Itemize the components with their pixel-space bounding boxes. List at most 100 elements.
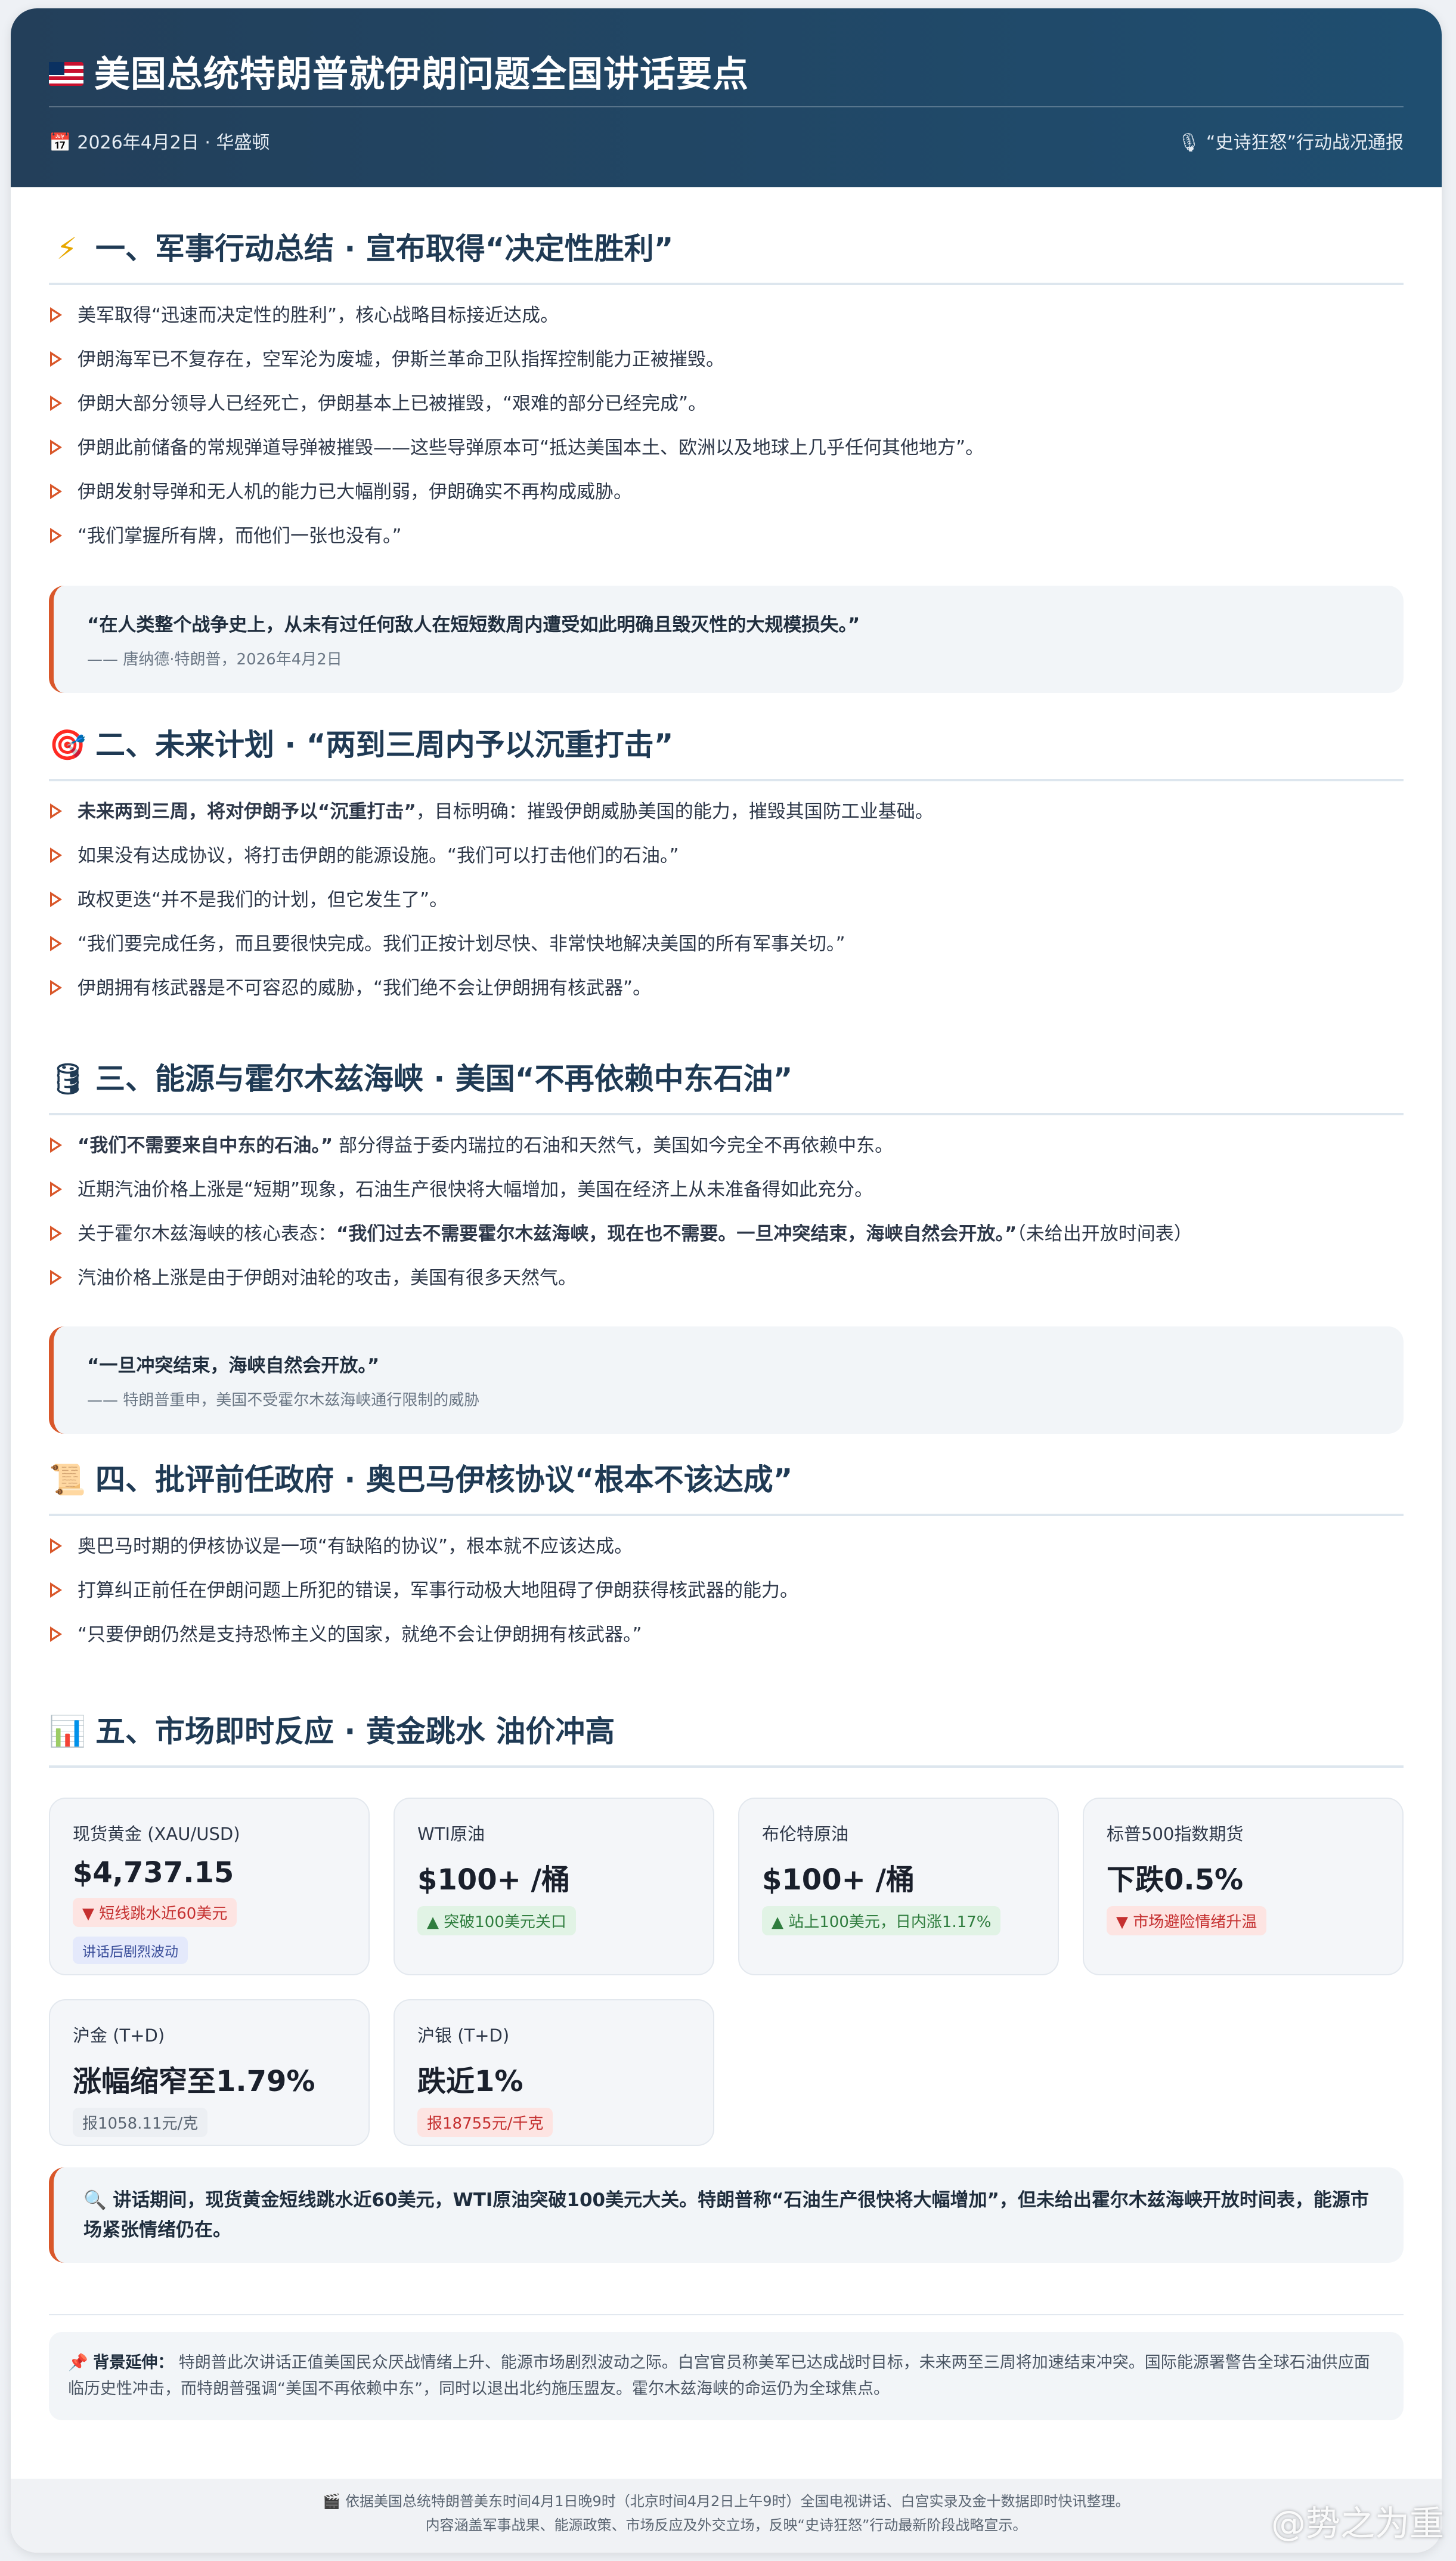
change-badge: ▼ 短线跳水近60美元 xyxy=(73,1898,237,1927)
bullet-triangle-icon xyxy=(50,892,62,907)
footer-line-1: 🎬 依据美国总统特朗普美东时间4月1日晚9时（北京时间4月2日上午9时）全国电视… xyxy=(11,2489,1442,2513)
list-item: “只要伊朗仍然是支持恐怖主义的国家，就绝不会让伊朗拥有核武器。” xyxy=(49,1621,1404,1648)
bullet-triangle-icon xyxy=(50,351,62,367)
operation-status-text: “史诗狂怒”行动战况通报 xyxy=(1206,132,1404,153)
section-title-text: 二、未来计划 · “两到三周内予以沉重打击” xyxy=(95,728,674,762)
volatility-badge: 讲话后剧烈波动 xyxy=(73,1937,188,1964)
market-value: 跌近1% xyxy=(417,2065,523,2098)
report-card: 美国总统特朗普就伊朗问题全国讲话要点 📅 2026年4月2日 · 华盛顿 🎙 “史诗… xyxy=(11,8,1442,2553)
bullet-triangle-icon xyxy=(50,440,62,455)
list-item: 伊朗海军已不复存在，空军沦为废墟，伊斯兰革命卫队指挥控制能力正被摧毁。 xyxy=(49,346,1404,373)
section-title-text: 四、批评前任政府 · 奥巴马伊核协议“根本不该达成” xyxy=(95,1462,793,1497)
market-card-sh-silver: 沪银 (T+D) 跌近1% 报18755元/千克 xyxy=(394,1999,714,2146)
list-item: 伊朗此前储备的常规弹道导弹被摧毁——这些导弹原本可“抵达美国本土、欧洲以及地球上… xyxy=(49,434,1404,462)
calendar-icon: 📅 xyxy=(49,132,72,153)
list-item: 如果没有达成协议，将打击伊朗的能源设施。“我们可以打击他们的石油。” xyxy=(49,842,1404,870)
section-title-text: 三、能源与霍尔木兹海峡 · 美国“不再依赖中东石油” xyxy=(95,1062,793,1096)
bullet-triangle-icon xyxy=(50,307,62,323)
page-title: 美国总统特朗普就伊朗问题全国讲话要点 xyxy=(49,45,749,97)
market-value: $100+ /桶 xyxy=(417,1863,571,1897)
microphone-icon: 🎙 xyxy=(1177,132,1200,153)
market-label: WTI原油 xyxy=(417,1824,485,1844)
market-card-brent: 布伦特原油 $100+ /桶 ▲ 站上100美元，日内涨1.17% xyxy=(738,1798,1059,1975)
bullet-triangle-icon xyxy=(50,484,62,499)
price-badge: 报18755元/千克 xyxy=(417,2108,553,2137)
bullet-triangle-icon xyxy=(50,980,62,995)
list-item: “我们要完成任务，而且要很快完成。我们正按计划尽快、非常快地解决美国的所有军事关… xyxy=(49,930,1404,958)
change-badge: ▲ 站上100美元，日内涨1.17% xyxy=(762,1906,1001,1935)
bullet-triangle-icon xyxy=(50,1538,62,1554)
section-list: 未来两到三周，将对伊朗予以“沉重打击”，目标明确：摧毁伊朗威胁美国的能力，摧毁其… xyxy=(49,798,1404,1002)
section-title-text: 一、军事行动总结 · 宣布取得“决定性胜利” xyxy=(95,231,674,266)
clapper-icon: 🎬 xyxy=(323,2493,345,2510)
footer: 🎬 依据美国总统特朗普美东时间4月1日晚9时（北京时间4月2日上午9时）全国电视… xyxy=(11,2479,1442,2553)
section-title-text: 五、市场即时反应 · 黄金跳水 油价冲高 xyxy=(95,1714,615,1749)
section-market: 📊 五、市场即时反应 · 黄金跳水 油价冲高 xyxy=(49,1711,1404,1768)
background-text: 特朗普此次讲话正值美国民众厌战情绪上升、能源市场剧烈波动之际。白宫官员称美军已达… xyxy=(68,2353,1370,2398)
list-item: “我们掌握所有牌，而他们一张也没有。” xyxy=(49,522,1404,550)
magnifier-icon: 🔍 xyxy=(83,2189,113,2211)
oil-barrel-icon: 🛢 xyxy=(49,1062,87,1096)
quote-attribution: —— 特朗普重申，美国不受霍尔木兹海峡通行限制的威胁 xyxy=(87,1391,480,1409)
list-item: 政权更迭“并不是我们的计划，但它发生了”。 xyxy=(49,886,1404,914)
market-value: 涨幅缩窄至1.79% xyxy=(73,2065,315,2098)
lightning-icon: ⚡ xyxy=(56,231,78,266)
bullet-triangle-icon xyxy=(50,395,62,411)
bullet-triangle-icon xyxy=(50,1181,62,1197)
list-item: 伊朗大部分领导人已经死亡，伊朗基本上已被摧毁，“艰难的部分已经完成”。 xyxy=(49,390,1404,417)
quote-block: “一旦冲突结束，海峡自然会开放。” —— 特朗普重申，美国不受霍尔木兹海峡通行限… xyxy=(49,1326,1404,1434)
bullet-triangle-icon xyxy=(50,1582,62,1598)
section-title: ⚡ 一、军事行动总结 · 宣布取得“决定性胜利” xyxy=(49,228,1404,285)
divider xyxy=(49,2314,1404,2315)
list-item: 伊朗拥有核武器是不可容忍的威胁，“我们绝不会让伊朗拥有核武器”。 xyxy=(49,975,1404,1002)
footer-line-1-text: 依据美国总统特朗普美东时间4月1日晚9时（北京时间4月2日上午9时）全国电视讲话… xyxy=(345,2493,1130,2510)
date-place-text: 2026年4月2日 · 华盛顿 xyxy=(77,132,270,153)
background-label: 背景延伸： xyxy=(93,2353,174,2372)
market-value: 下跌0.5% xyxy=(1107,1863,1244,1897)
footer-line-2: 内容涵盖军事战果、能源政策、市场反应及外交立场，反映“史诗狂怒”行动最新阶段战略… xyxy=(425,2517,1027,2534)
list-item: 打算纠正前任在伊朗问题上所犯的错误，军事行动极大地阻碍了伊朗获得核武器的能力。 xyxy=(49,1577,1404,1604)
list-item: 汽油价格上涨是由于伊朗对油轮的攻击，美国有很多天然气。 xyxy=(49,1264,1404,1292)
market-card-wti: WTI原油 $100+ /桶 ▲ 突破100美元关口 xyxy=(394,1798,714,1975)
quote-block: “在人类整个战争史上，从未有过任何敌人在短短数周内遭受如此明确且毁灭性的大规模损… xyxy=(49,586,1404,693)
header-divider xyxy=(49,106,1404,107)
pin-icon: 📌 xyxy=(68,2353,94,2372)
bullet-triangle-icon xyxy=(50,1137,62,1153)
section-title: 📜 四、批评前任政府 · 奥巴马伊核协议“根本不该达成” xyxy=(49,1459,1404,1516)
change-badge: ▼ 市场避险情绪升温 xyxy=(1107,1906,1267,1935)
list-item: 近期汽油价格上涨是“短期”现象，石油生产很快将大幅增加，美国在经济上从未准备得如… xyxy=(49,1176,1404,1204)
market-card-sp500: 标普500指数期货 下跌0.5% ▼ 市场避险情绪升温 xyxy=(1083,1798,1404,1975)
bullet-triangle-icon xyxy=(50,803,62,819)
section-title: 🎯 二、未来计划 · “两到三周内予以沉重打击” xyxy=(49,724,1404,781)
market-label: 沪银 (T+D) xyxy=(417,2025,510,2046)
list-item: 未来两到三周，将对伊朗予以“沉重打击”，目标明确：摧毁伊朗威胁美国的能力，摧毁其… xyxy=(49,798,1404,825)
market-label: 布伦特原油 xyxy=(762,1824,849,1844)
bullet-triangle-icon xyxy=(50,936,62,951)
price-badge: 报1058.11元/克 xyxy=(73,2108,208,2137)
section-list: 美军取得“迅速而决定性的胜利”，核心战略目标接近达成。 伊朗海军已不复存在，空军… xyxy=(49,302,1404,550)
market-label: 标普500指数期货 xyxy=(1107,1824,1244,1844)
list-item: 关于霍尔木兹海峡的核心表态：“我们过去不需要霍尔木兹海峡，现在也不需要。一旦冲突… xyxy=(49,1220,1404,1248)
bullet-triangle-icon xyxy=(50,848,62,863)
market-summary-note: 🔍 讲话期间，现货黄金短线跳水近60美元，WTI原油突破100美元大关。特朗普称… xyxy=(49,2167,1404,2263)
market-value: $4,737.15 xyxy=(73,1856,234,1889)
list-item: “我们不需要来自中东的石油。” 部分得益于委内瑞拉的石油和天然气，美国如今完全不… xyxy=(49,1132,1404,1159)
date-place: 📅 2026年4月2日 · 华盛顿 xyxy=(49,128,270,154)
bullet-triangle-icon xyxy=(50,1626,62,1642)
section-list: 奥巴马时期的伊核协议是一项“有缺陷的协议”，根本就不应该达成。 打算纠正前任在伊… xyxy=(49,1533,1404,1648)
watermark: @势之为重 xyxy=(1271,2503,1444,2544)
list-item: 伊朗发射导弹和无人机的能力已大幅削弱，伊朗确实不再构成威胁。 xyxy=(49,478,1404,506)
bar-chart-icon: 📊 xyxy=(49,1714,86,1749)
section-military: ⚡ 一、军事行动总结 · 宣布取得“决定性胜利” 美军取得“迅速而决定性的胜利”，… xyxy=(49,228,1404,693)
header-banner: 美国总统特朗普就伊朗问题全国讲话要点 📅 2026年4月2日 · 华盛顿 🎙 “史诗… xyxy=(11,8,1442,187)
market-label: 现货黄金 (XAU/USD) xyxy=(73,1824,240,1844)
section-criticism: 📜 四、批评前任政府 · 奥巴马伊核协议“根本不该达成” 奥巴马时期的伊核协议是一… xyxy=(49,1459,1404,1648)
market-value: $100+ /桶 xyxy=(762,1863,915,1897)
bullet-triangle-icon xyxy=(50,1270,62,1285)
change-badge: ▲ 突破100美元关口 xyxy=(417,1906,576,1935)
section-title: 🛢 三、能源与霍尔木兹海峡 · 美国“不再依赖中东石油” xyxy=(49,1058,1404,1115)
quote-attribution: —— 唐纳德·特朗普，2026年4月2日 xyxy=(87,651,342,669)
background-note: 📌 背景延伸： 特朗普此次讲话正值美国民众厌战情绪上升、能源市场剧烈波动之际。白… xyxy=(49,2332,1404,2420)
list-item: 奥巴马时期的伊核协议是一项“有缺陷的协议”，根本就不应该达成。 xyxy=(49,1533,1404,1560)
list-item: 美军取得“迅速而决定性的胜利”，核心战略目标接近达成。 xyxy=(49,302,1404,329)
